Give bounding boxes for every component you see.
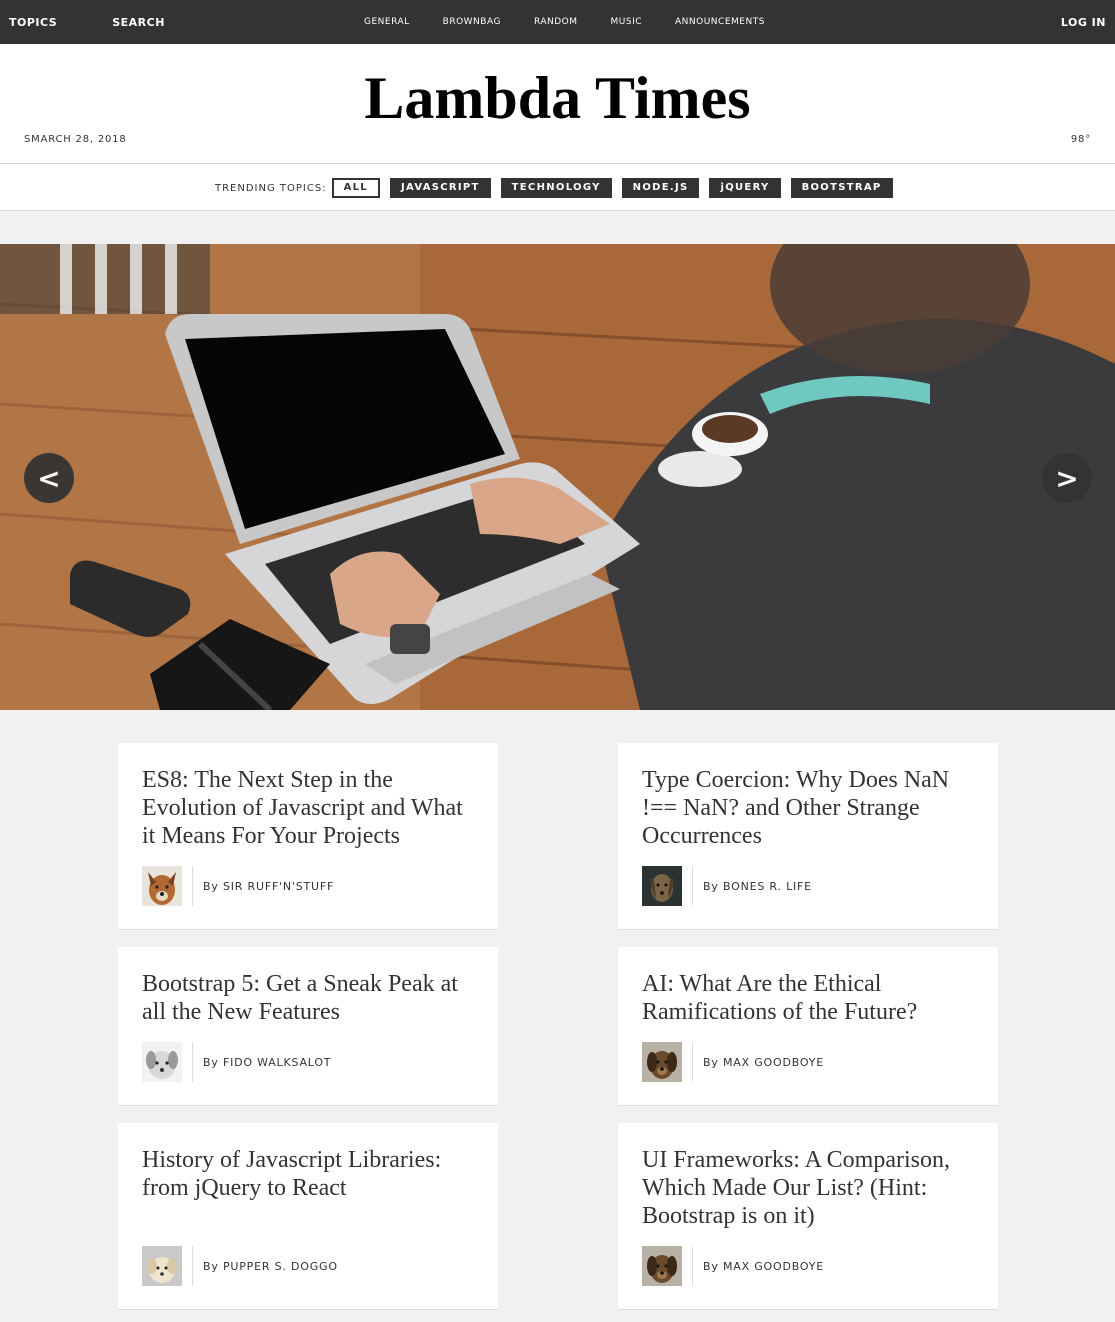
article-author: By FIDO WALKSALOT [142, 1042, 331, 1082]
article-author: By PUPPER S. DOGGO [142, 1246, 338, 1286]
nav-general[interactable]: GENERAL [364, 17, 410, 27]
header: Lambda Times SMARCH 28, 2018 98° [0, 44, 1115, 164]
top-bar-left: TOPICS SEARCH [9, 0, 165, 44]
trending-label: TRENDING TOPICS: [215, 182, 327, 194]
article-card[interactable]: History of Javascript Libraries: from jQ… [118, 1123, 498, 1310]
article-headline[interactable]: Type Coercion: Why Does NaN !== NaN? and… [642, 766, 982, 850]
article-card[interactable]: UI Frameworks: A Comparison, Which Made … [618, 1123, 998, 1310]
author-name: By MAX GOODBOYE [703, 1259, 824, 1273]
main-nav: GENERAL BROWNBAG RANDOM MUSIC ANNOUNCEME… [364, 0, 765, 44]
article-author: By SIR RUFF'N'STUFF [142, 866, 334, 906]
nav-brownbag[interactable]: BROWNBAG [443, 17, 501, 27]
author-avatar [142, 866, 182, 906]
tab-javascript[interactable]: JAVASCRIPT [389, 178, 491, 198]
login-link[interactable]: LOG IN [1061, 0, 1106, 44]
carousel-next-button[interactable]: > [1042, 453, 1092, 503]
image-carousel: < > [0, 244, 1115, 710]
site-title: Lambda Times [364, 65, 751, 131]
article-headline[interactable]: History of Javascript Libraries: from jQ… [142, 1146, 482, 1202]
carousel-prev-button[interactable]: < [24, 453, 74, 503]
tab-all[interactable]: ALL [331, 178, 380, 198]
author-avatar [642, 866, 682, 906]
author-divider [692, 1042, 693, 1082]
author-name: By PUPPER S. DOGGO [203, 1259, 338, 1273]
author-avatar [142, 1042, 182, 1082]
article-author: By MAX GOODBOYE [642, 1246, 824, 1286]
tab-bootstrap[interactable]: BOOTSTRAP [790, 178, 893, 198]
top-bar: TOPICS SEARCH GENERAL BROWNBAG RANDOM MU… [0, 0, 1115, 44]
article-headline[interactable]: AI: What Are the Ethical Ramifications o… [642, 970, 982, 1026]
article-author: By MAX GOODBOYE [642, 1042, 824, 1082]
author-divider [692, 1246, 693, 1286]
article-author: By BONES R. LIFE [642, 866, 812, 906]
article-card[interactable]: ES8: The Next Step in the Evolution of J… [118, 743, 498, 930]
article-card[interactable]: Bootstrap 5: Get a Sneak Peak at all the… [118, 947, 498, 1106]
tab-technology[interactable]: TECHNOLOGY [500, 178, 612, 198]
article-headline[interactable]: ES8: The Next Step in the Evolution of J… [142, 766, 482, 850]
author-name: By MAX GOODBOYE [703, 1055, 824, 1069]
carousel-image [0, 244, 1115, 710]
topics-link[interactable]: TOPICS [9, 16, 57, 29]
author-divider [192, 1042, 193, 1082]
author-name: By FIDO WALKSALOT [203, 1055, 332, 1069]
author-avatar [642, 1246, 682, 1286]
tab-nodejs[interactable]: NODE.JS [621, 178, 700, 198]
author-avatar [642, 1042, 682, 1082]
article-card[interactable]: AI: What Are the Ethical Ramifications o… [618, 947, 998, 1106]
author-divider [692, 866, 693, 906]
nav-music[interactable]: MUSIC [611, 17, 643, 27]
header-temperature: 98° [1070, 134, 1091, 145]
tab-jquery[interactable]: jQUERY [709, 178, 781, 198]
article-headline[interactable]: Bootstrap 5: Get a Sneak Peak at all the… [142, 970, 482, 1026]
author-divider [192, 866, 193, 906]
author-name: By BONES R. LIFE [703, 879, 812, 893]
header-date: SMARCH 28, 2018 [24, 134, 127, 145]
article-card[interactable]: Type Coercion: Why Does NaN !== NaN? and… [618, 743, 998, 930]
author-avatar [142, 1246, 182, 1286]
article-headline[interactable]: UI Frameworks: A Comparison, Which Made … [642, 1146, 982, 1230]
search-link[interactable]: SEARCH [112, 16, 165, 29]
nav-random[interactable]: RANDOM [534, 17, 578, 27]
trending-topics-bar: TRENDING TOPICS: ALL JAVASCRIPT TECHNOLO… [0, 164, 1115, 211]
author-divider [192, 1246, 193, 1286]
author-name: By SIR RUFF'N'STUFF [203, 879, 335, 893]
nav-announcements[interactable]: ANNOUNCEMENTS [675, 17, 765, 27]
